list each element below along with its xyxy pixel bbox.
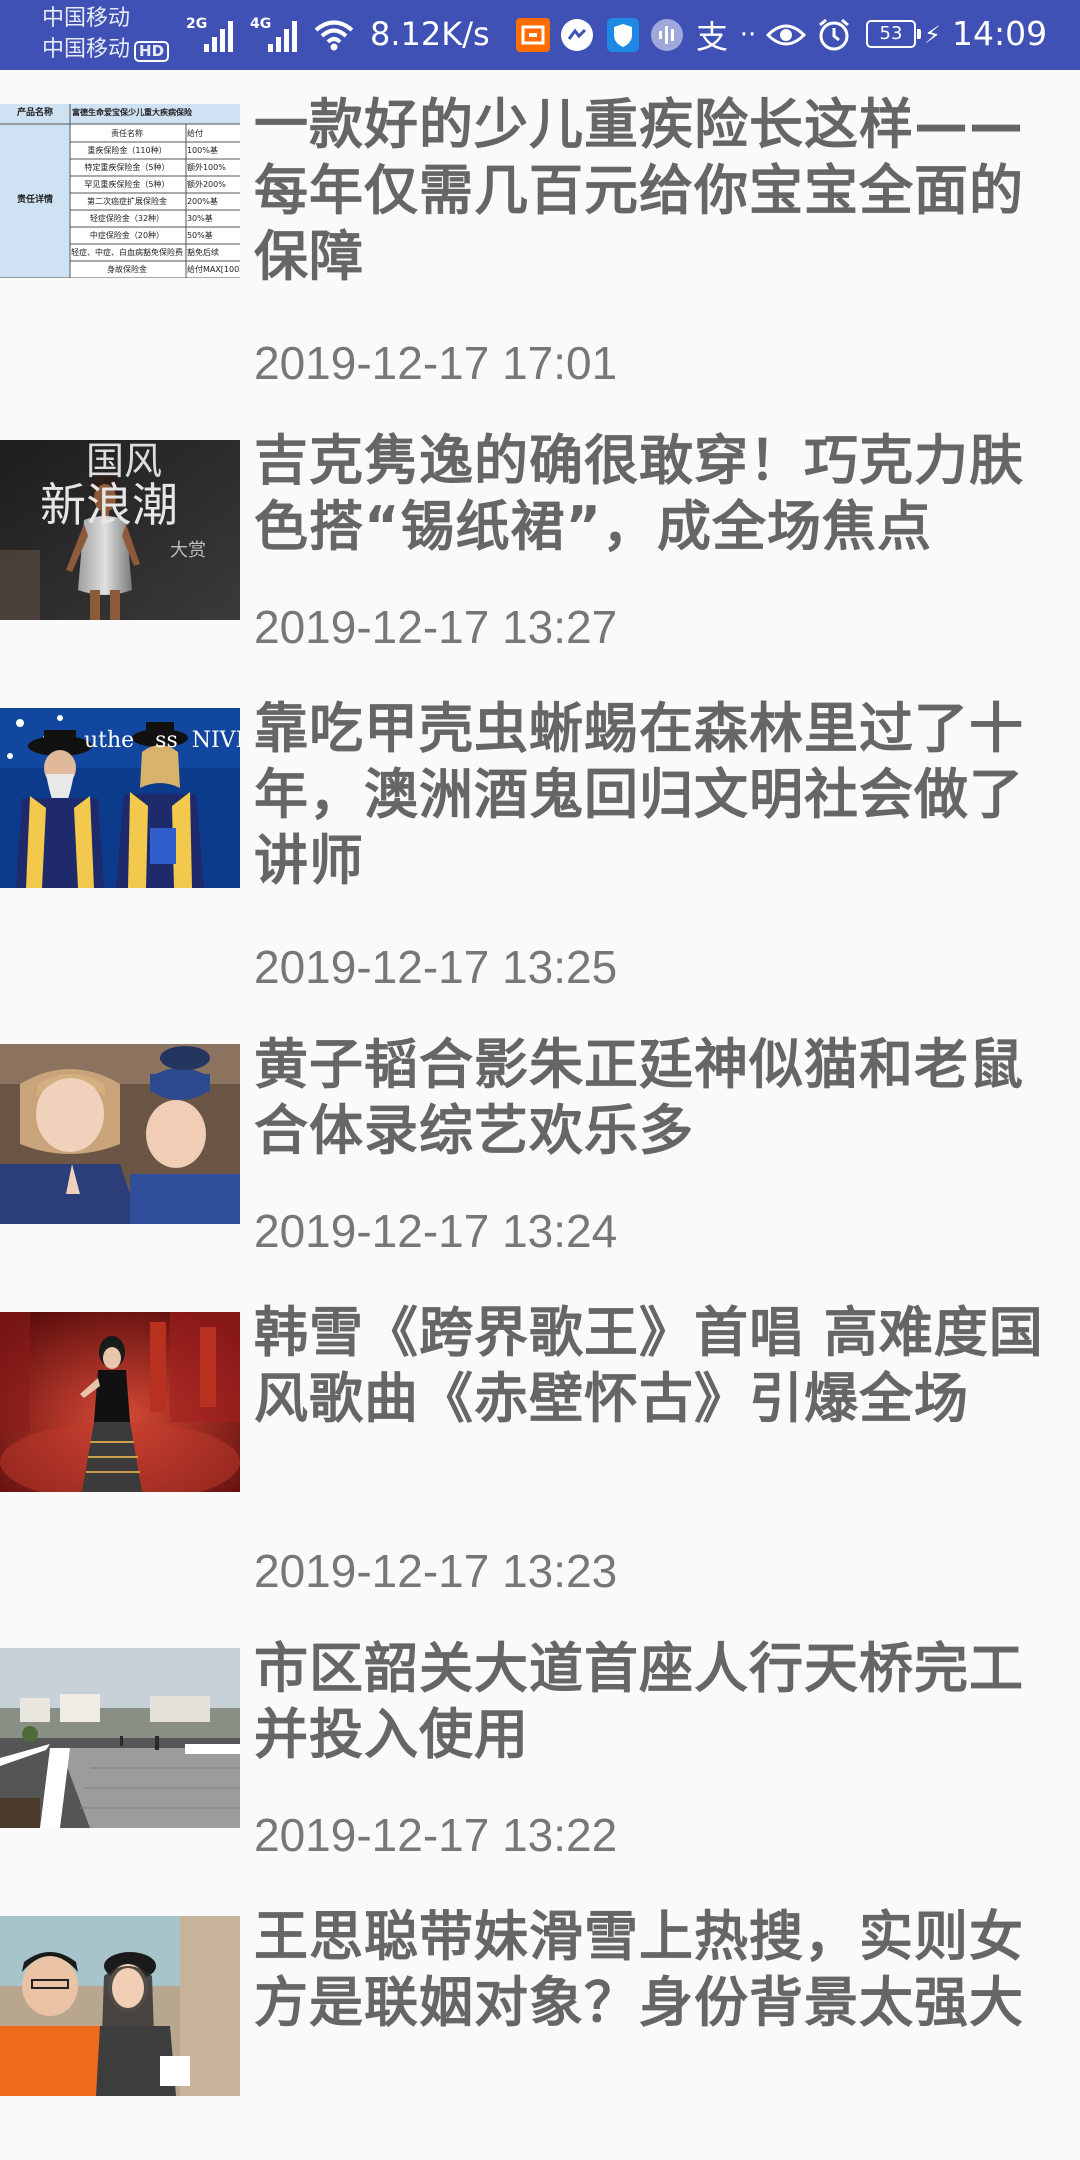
- table-cell: 200%基: [186, 197, 218, 206]
- shield-icon: [604, 16, 642, 54]
- status-bar: 中国移动 中国移动 HD 2G 4G 8.12K/s 支 ·· 53 ⚡ 14:0…: [0, 0, 1080, 70]
- thumbnail-caption: 国风: [86, 440, 163, 483]
- news-time: 2019-12-17 13:27: [254, 601, 618, 653]
- news-item[interactable]: 黄子韬合影朱正廷神似猫和老鼠 合体录综艺欢乐多 2019-12-17 13:24: [0, 1032, 1080, 1296]
- news-item[interactable]: 王思聪带妹滑雪上热搜，实则女方是联姻对象？身份背景太强大: [0, 1904, 1080, 2160]
- news-item[interactable]: uthe ss NIVERSITY 靠吃甲壳虫蜥蜴在森林里过了十年，澳洲酒鬼回归…: [0, 696, 1080, 1026]
- table-cell: 第二次癌症扩展保险金: [86, 197, 167, 206]
- news-list: 产品名称 富德生命爱宝保少儿重大疾病保险 责任详情 责任名称 给付 重疾保险金（1…: [0, 70, 1080, 2160]
- thumbnail-caption: uthe ss NIVERSITY: [84, 728, 240, 753]
- news-thumbnail: 国风 新浪潮 大赏: [0, 440, 240, 620]
- table-cell: 给付: [186, 129, 203, 138]
- news-thumbnail: [0, 1916, 240, 2096]
- news-thumbnail: [0, 1312, 240, 1492]
- table-cell: 责任名称: [110, 129, 143, 138]
- news-title[interactable]: 一款好的少儿重疾险长这样——每年仅需几百元给你宝宝全面的保障: [254, 92, 1066, 290]
- news-thumbnail: 产品名称 富德生命爱宝保少儿重大疾病保险 责任详情 责任名称 给付 重疾保险金（1…: [0, 104, 240, 278]
- table-header-right: 富德生命爱宝保少儿重大疾病保险: [72, 108, 192, 117]
- carrier-label-2-text: 中国移动: [42, 37, 131, 62]
- table-cell: 轻症、中症、白血病豁免保险费: [70, 248, 183, 257]
- table-cell: 轻症保险金（32种）: [89, 214, 165, 223]
- signal-icon: 4G: [250, 16, 302, 52]
- table-cell: 特定重疾保险金（5种）: [84, 163, 170, 172]
- table-cell: 身故保险金: [106, 265, 147, 274]
- thumbnail-caption: 新浪潮: [40, 478, 178, 532]
- news-title[interactable]: 黄子韬合影朱正廷神似猫和老鼠 合体录综艺欢乐多: [254, 1032, 1066, 1164]
- news-title[interactable]: 靠吃甲壳虫蜥蜴在森林里过了十年，澳洲酒鬼回归文明社会做了讲师: [254, 696, 1066, 894]
- charging-icon: ⚡: [924, 21, 941, 49]
- news-time: 2019-12-17 13:23: [254, 1545, 618, 1597]
- table-cell: 30%基: [186, 214, 213, 223]
- news-time: 2019-12-17 13:25: [254, 941, 618, 993]
- alipay-icon: 支: [695, 18, 728, 56]
- clock: 14:09: [952, 14, 1048, 53]
- table-cell: 罕见重疾保险金（5种）: [84, 180, 170, 189]
- signal-icon: 2G: [186, 16, 238, 52]
- table-cell: 100%基: [186, 146, 218, 155]
- news-title[interactable]: 吉克隽逸的确很敢穿！巧克力肤色搭“锡纸裙”，成全场焦点: [254, 428, 1066, 560]
- thumbnail-caption: 大赏: [170, 540, 206, 561]
- carrier-label-2: 中国移动 HD: [42, 37, 170, 63]
- news-thumbnail: uthe ss NIVERSITY: [0, 708, 240, 888]
- table-rows: 责任名称 给付 重疾保险金（110种） 100%基 特定重疾保险金（5种） 额外100…: [70, 126, 240, 278]
- table-cell: 额外100%: [186, 163, 226, 172]
- table-cell: 豁免后续: [186, 248, 219, 257]
- news-time: 2019-12-17 13:22: [254, 1809, 618, 1861]
- news-title[interactable]: 市区韶关大道首座人行天桥完工并投入使用: [254, 1636, 1066, 1768]
- network-speed: 8.12K/s: [370, 15, 490, 53]
- news-item[interactable]: 产品名称 富德生命爱宝保少儿重大疾病保险 责任详情 责任名称 给付 重疾保险金（1…: [0, 92, 1080, 422]
- news-thumbnail: [0, 1648, 240, 1828]
- audio-icon: [648, 16, 686, 54]
- table-side-label: 责任详情: [16, 195, 53, 205]
- table-cell: 重疾保险金（110种）: [87, 146, 167, 155]
- table-cell: 50%基: [186, 231, 213, 240]
- news-item[interactable]: 市区韶关大道首座人行天桥完工并投入使用 2019-12-17 13:22: [0, 1636, 1080, 1900]
- table-cell: 额外200%: [186, 180, 226, 189]
- news-title[interactable]: 韩雪《跨界歌王》首唱 高难度国风歌曲《赤壁怀古》引爆全场: [254, 1300, 1066, 1432]
- wifi-icon: [312, 16, 356, 54]
- news-time: 2019-12-17 17:01: [254, 337, 618, 389]
- news-time: 2019-12-17 13:24: [254, 1205, 618, 1257]
- news-title[interactable]: 王思聪带妹滑雪上热搜，实则女方是联姻对象？身份背景太强大: [254, 1904, 1066, 2036]
- news-item[interactable]: 国风 新浪潮 大赏 吉克隽逸的确很敢穿！巧克力肤色搭“锡纸裙”，成全场焦点 20…: [0, 428, 1080, 692]
- news-item[interactable]: 韩雪《跨界歌王》首唱 高难度国风歌曲《赤壁怀古》引爆全场 2019-12-17 …: [0, 1300, 1080, 1630]
- alarm-icon: [814, 16, 854, 54]
- table-cell: 给付MAX[100现金价: [186, 265, 240, 274]
- hd-badge: HD: [134, 41, 170, 62]
- messenger-icon: [558, 16, 596, 54]
- more-notifications-icon: ··: [739, 20, 757, 50]
- news-thumbnail: [0, 1044, 240, 1224]
- eye-icon: [764, 16, 808, 54]
- carrier-label-1: 中国移动: [42, 6, 131, 31]
- table-header-left: 产品名称: [16, 108, 53, 118]
- screenshot-icon: [514, 16, 552, 54]
- battery-icon: 53: [866, 20, 921, 48]
- table-cell: 中症保险金（20种）: [89, 231, 165, 240]
